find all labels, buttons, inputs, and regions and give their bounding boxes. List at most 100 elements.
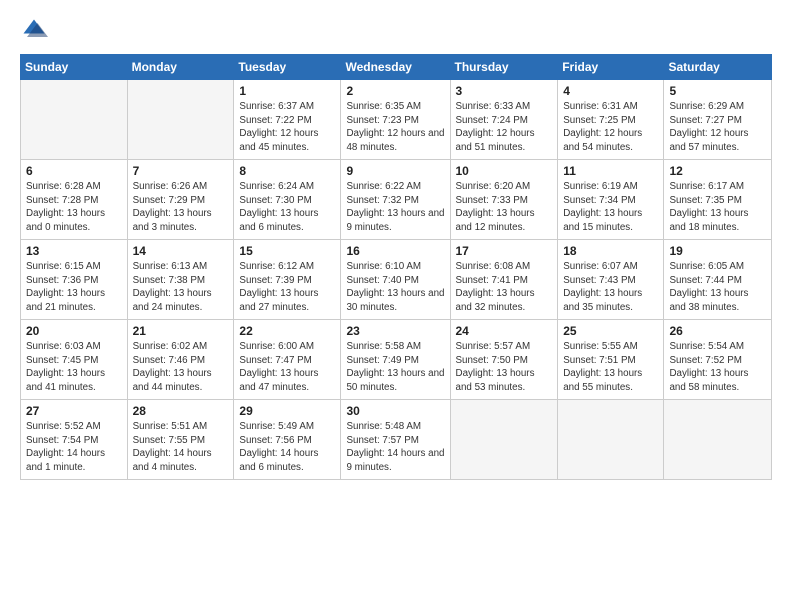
day-number: 19 [669, 244, 766, 258]
day-number: 15 [239, 244, 335, 258]
day-number: 2 [346, 84, 444, 98]
day-detail: Sunrise: 6:02 AMSunset: 7:46 PMDaylight:… [133, 340, 229, 395]
calendar-cell: 10 Sunrise: 6:20 AMSunset: 7:33 PMDayligh… [450, 160, 558, 240]
day-number: 7 [133, 164, 229, 178]
day-detail: Sunrise: 6:17 AMSunset: 7:35 PMDaylight:… [669, 180, 766, 235]
day-detail: Sunrise: 5:51 AMSunset: 7:55 PMDaylight:… [133, 420, 229, 475]
day-detail: Sunrise: 6:10 AMSunset: 7:40 PMDaylight:… [346, 260, 444, 315]
day-number: 21 [133, 324, 229, 338]
day-number: 20 [26, 324, 122, 338]
day-number: 17 [456, 244, 553, 258]
day-number: 28 [133, 404, 229, 418]
header [20, 16, 772, 44]
day-detail: Sunrise: 5:48 AMSunset: 7:57 PMDaylight:… [346, 420, 444, 475]
page: SundayMondayTuesdayWednesdayThursdayFrid… [0, 0, 792, 612]
calendar-cell: 12 Sunrise: 6:17 AMSunset: 7:35 PMDayligh… [664, 160, 772, 240]
day-number: 18 [563, 244, 658, 258]
logo [20, 16, 50, 44]
day-detail: Sunrise: 6:08 AMSunset: 7:41 PMDaylight:… [456, 260, 553, 315]
calendar-cell: 5 Sunrise: 6:29 AMSunset: 7:27 PMDaylight… [664, 80, 772, 160]
calendar-cell: 14Sunrise: 6:13 AMSunset: 7:38 PMDayligh… [127, 240, 234, 320]
day-number: 16 [346, 244, 444, 258]
day-number: 5 [669, 84, 766, 98]
calendar-cell: 6Sunrise: 6:28 AMSunset: 7:28 PMDaylight… [21, 160, 128, 240]
calendar-cell [450, 400, 558, 480]
day-detail: Sunrise: 6:05 AMSunset: 7:44 PMDaylight:… [669, 260, 766, 315]
day-detail: Sunrise: 6:35 AMSunset: 7:23 PMDaylight:… [346, 100, 444, 155]
day-number: 27 [26, 404, 122, 418]
day-number: 3 [456, 84, 553, 98]
calendar-cell: 20Sunrise: 6:03 AMSunset: 7:45 PMDayligh… [21, 320, 128, 400]
calendar-cell: 15 Sunrise: 6:12 AMSunset: 7:39 PMDayligh… [234, 240, 341, 320]
calendar-cell: 19 Sunrise: 6:05 AMSunset: 7:44 PMDayligh… [664, 240, 772, 320]
calendar-cell: 2 Sunrise: 6:35 AMSunset: 7:23 PMDaylight… [341, 80, 450, 160]
week-row-2: 6Sunrise: 6:28 AMSunset: 7:28 PMDaylight… [21, 160, 772, 240]
calendar-cell: 22 Sunrise: 6:00 AMSunset: 7:47 PMDayligh… [234, 320, 341, 400]
calendar-cell [558, 400, 664, 480]
col-header-thursday: Thursday [450, 55, 558, 80]
day-number: 4 [563, 84, 658, 98]
day-number: 26 [669, 324, 766, 338]
day-detail: Sunrise: 6:22 AMSunset: 7:32 PMDaylight:… [346, 180, 444, 235]
calendar-cell [21, 80, 128, 160]
calendar-cell: 4 Sunrise: 6:31 AMSunset: 7:25 PMDaylight… [558, 80, 664, 160]
day-detail: Sunrise: 6:31 AMSunset: 7:25 PMDaylight:… [563, 100, 658, 155]
day-detail: Sunrise: 6:19 AMSunset: 7:34 PMDaylight:… [563, 180, 658, 235]
day-detail: Sunrise: 5:49 AMSunset: 7:56 PMDaylight:… [239, 420, 335, 475]
calendar-cell: 24 Sunrise: 5:57 AMSunset: 7:50 PMDayligh… [450, 320, 558, 400]
day-number: 11 [563, 164, 658, 178]
day-detail: Sunrise: 6:20 AMSunset: 7:33 PMDaylight:… [456, 180, 553, 235]
day-detail: Sunrise: 5:52 AMSunset: 7:54 PMDaylight:… [26, 420, 122, 475]
day-number: 22 [239, 324, 335, 338]
day-number: 25 [563, 324, 658, 338]
calendar-cell: 30 Sunrise: 5:48 AMSunset: 7:57 PMDayligh… [341, 400, 450, 480]
calendar-cell: 27 Sunrise: 5:52 AMSunset: 7:54 PMDayligh… [21, 400, 128, 480]
calendar-cell: 25Sunrise: 5:55 AMSunset: 7:51 PMDayligh… [558, 320, 664, 400]
day-number: 8 [239, 164, 335, 178]
day-number: 23 [346, 324, 444, 338]
day-detail: Sunrise: 6:15 AMSunset: 7:36 PMDaylight:… [26, 260, 122, 315]
day-detail: Sunrise: 6:37 AMSunset: 7:22 PMDaylight:… [239, 100, 335, 155]
col-header-friday: Friday [558, 55, 664, 80]
day-number: 10 [456, 164, 553, 178]
day-number: 30 [346, 404, 444, 418]
day-number: 24 [456, 324, 553, 338]
logo-icon [20, 16, 48, 44]
day-detail: Sunrise: 6:29 AMSunset: 7:27 PMDaylight:… [669, 100, 766, 155]
calendar-cell: 3 Sunrise: 6:33 AMSunset: 7:24 PMDaylight… [450, 80, 558, 160]
calendar-cell [127, 80, 234, 160]
calendar-cell: 17 Sunrise: 6:08 AMSunset: 7:41 PMDayligh… [450, 240, 558, 320]
day-detail: Sunrise: 5:58 AMSunset: 7:49 PMDaylight:… [346, 340, 444, 395]
day-detail: Sunrise: 6:12 AMSunset: 7:39 PMDaylight:… [239, 260, 335, 315]
calendar-header-row: SundayMondayTuesdayWednesdayThursdayFrid… [21, 55, 772, 80]
calendar-cell: 26Sunrise: 5:54 AMSunset: 7:52 PMDayligh… [664, 320, 772, 400]
col-header-saturday: Saturday [664, 55, 772, 80]
calendar-cell: 7 Sunrise: 6:26 AMSunset: 7:29 PMDaylight… [127, 160, 234, 240]
day-number: 1 [239, 84, 335, 98]
day-detail: Sunrise: 6:24 AMSunset: 7:30 PMDaylight:… [239, 180, 335, 235]
calendar-cell: 13 Sunrise: 6:15 AMSunset: 7:36 PMDayligh… [21, 240, 128, 320]
col-header-tuesday: Tuesday [234, 55, 341, 80]
calendar-cell: 23 Sunrise: 5:58 AMSunset: 7:49 PMDayligh… [341, 320, 450, 400]
day-number: 12 [669, 164, 766, 178]
day-detail: Sunrise: 6:28 AMSunset: 7:28 PMDaylight:… [26, 180, 122, 235]
calendar-cell: 18 Sunrise: 6:07 AMSunset: 7:43 PMDayligh… [558, 240, 664, 320]
day-detail: Sunrise: 6:00 AMSunset: 7:47 PMDaylight:… [239, 340, 335, 395]
calendar-cell: 1 Sunrise: 6:37 AMSunset: 7:22 PMDaylight… [234, 80, 341, 160]
col-header-sunday: Sunday [21, 55, 128, 80]
day-number: 29 [239, 404, 335, 418]
week-row-4: 20Sunrise: 6:03 AMSunset: 7:45 PMDayligh… [21, 320, 772, 400]
day-detail: Sunrise: 6:26 AMSunset: 7:29 PMDaylight:… [133, 180, 229, 235]
calendar-cell: 28 Sunrise: 5:51 AMSunset: 7:55 PMDayligh… [127, 400, 234, 480]
calendar-cell: 29 Sunrise: 5:49 AMSunset: 7:56 PMDayligh… [234, 400, 341, 480]
calendar-cell: 16 Sunrise: 6:10 AMSunset: 7:40 PMDayligh… [341, 240, 450, 320]
week-row-3: 13 Sunrise: 6:15 AMSunset: 7:36 PMDayligh… [21, 240, 772, 320]
day-number: 13 [26, 244, 122, 258]
day-detail: Sunrise: 6:07 AMSunset: 7:43 PMDaylight:… [563, 260, 658, 315]
day-detail: Sunrise: 6:33 AMSunset: 7:24 PMDaylight:… [456, 100, 553, 155]
day-detail: Sunrise: 5:57 AMSunset: 7:50 PMDaylight:… [456, 340, 553, 395]
day-number: 14 [133, 244, 229, 258]
calendar-cell [664, 400, 772, 480]
col-header-monday: Monday [127, 55, 234, 80]
calendar-cell: 21 Sunrise: 6:02 AMSunset: 7:46 PMDayligh… [127, 320, 234, 400]
